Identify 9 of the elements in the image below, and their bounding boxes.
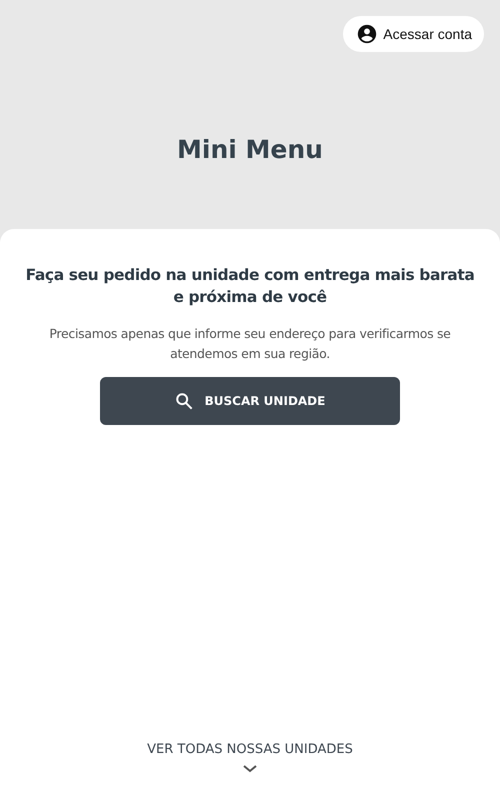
card-description: Precisamos apenas que informe seu endereço para verificarmos se atendemos em sua região.	[48, 325, 452, 363]
card-heading: Faça seu pedido na unidade com entrega mais barata e próxima de você	[24, 265, 476, 308]
chevron-down-icon	[243, 765, 257, 773]
search-button[interactable]: BUSCAR UNIDADE	[100, 377, 400, 425]
account-button[interactable]: Acessar conta	[343, 16, 484, 52]
user-icon	[356, 23, 378, 45]
all-units-link[interactable]: VER TODAS NOSSAS UNIDADES	[147, 742, 353, 757]
search-icon	[174, 392, 193, 410]
brand-title: Mini Menu	[176, 135, 324, 164]
